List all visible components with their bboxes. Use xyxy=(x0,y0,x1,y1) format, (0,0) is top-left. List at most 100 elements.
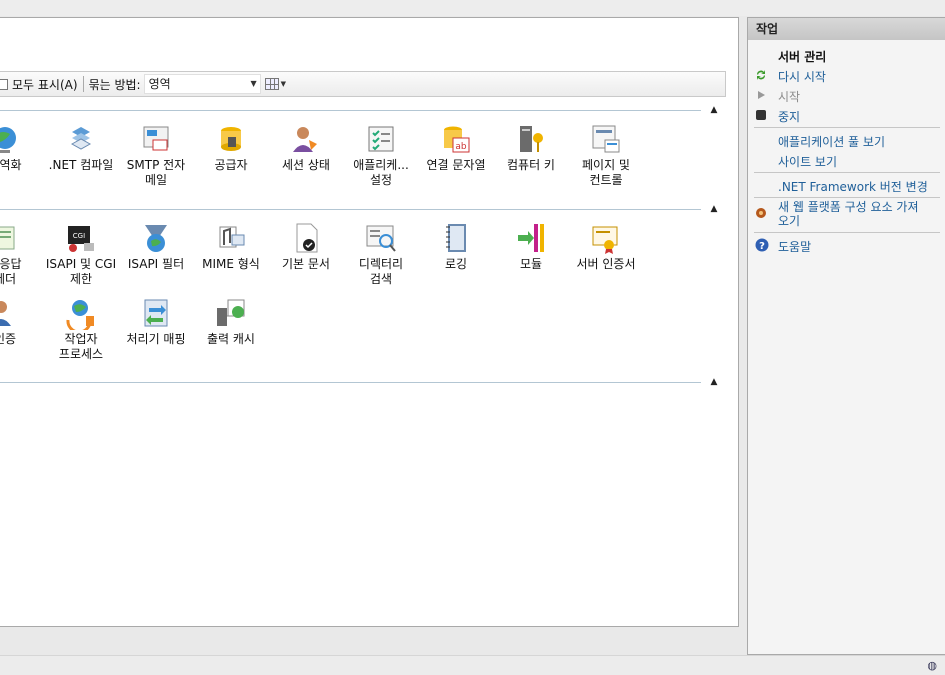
feature-label: .NET 컴파일 xyxy=(48,158,114,172)
feature-label: 전역화 xyxy=(0,158,22,172)
feature-icon xyxy=(289,122,323,156)
feature-label: 페이지 및 컨트롤 xyxy=(582,158,630,187)
group-separator xyxy=(0,110,701,111)
view-sites-link[interactable]: 사이트 보기 xyxy=(778,153,837,170)
feature-item[interactable]: 공급자 xyxy=(192,122,270,173)
feature-item[interactable]: 페이지 및 컨트롤 xyxy=(567,122,645,188)
feature-item[interactable]: 기본 문서 xyxy=(267,221,345,272)
feature-icon: ab xyxy=(439,122,473,156)
feature-label: 애플리케... 설정 xyxy=(353,158,409,187)
feature-label: 작업자 프로세스 xyxy=(58,332,104,361)
panel-divider xyxy=(754,197,940,198)
collapse-group-button[interactable]: ▲ xyxy=(707,376,721,388)
chevron-down-icon: ▼ xyxy=(250,79,257,88)
web-platform-icon xyxy=(756,208,766,218)
feature-label: 기본 문서 xyxy=(282,257,330,271)
collapse-group-button[interactable]: ▲ xyxy=(707,203,721,215)
filter-toolbar: 모두 표시(A) 묶는 방법: 영역 ▼ ▼ xyxy=(0,71,726,97)
feature-item[interactable]: 모듈 xyxy=(492,221,570,272)
group-by-value: 영역 xyxy=(148,77,171,91)
feature-item[interactable]: 처리기 매핑 xyxy=(117,296,195,347)
help-link[interactable]: 도움말 xyxy=(778,238,811,255)
feature-icon xyxy=(139,221,173,255)
feature-label: 모듈 xyxy=(519,257,543,271)
feature-icon: CGI xyxy=(64,221,98,255)
feature-item[interactable]: CGI ISAPI 및 CGI 제한 xyxy=(42,221,120,287)
feature-label: 공급자 xyxy=(214,158,248,172)
feature-label: 컴퓨터 키 xyxy=(507,158,555,172)
feature-item[interactable]: 컴퓨터 키 xyxy=(492,122,570,173)
features-view: 모두 표시(A) 묶는 방법: 영역 ▼ ▼ ▲ ▲ ▲ 전역화 .NET 컴파일… xyxy=(0,17,739,627)
feature-item[interactable]: 전역화 xyxy=(0,122,44,173)
feature-icon xyxy=(64,296,98,334)
feature-icon xyxy=(214,122,248,156)
group-separator xyxy=(0,382,701,383)
feature-icon xyxy=(139,296,173,330)
feature-icon xyxy=(0,296,22,330)
feature-icon xyxy=(0,122,22,156)
group-by-select[interactable]: 영역 ▼ xyxy=(143,74,261,94)
feature-item[interactable]: 출력 캐시 xyxy=(192,296,270,347)
feature-icon xyxy=(289,221,323,255)
stop-icon xyxy=(756,110,766,120)
restart-link[interactable]: 다시 시작 xyxy=(778,68,826,85)
start-link[interactable]: 시작 xyxy=(778,88,800,105)
feature-label: 디렉터리 검색 xyxy=(358,257,404,286)
grid-view-icon xyxy=(264,78,279,90)
feature-label: P 응답 헤더 xyxy=(0,257,22,286)
feature-label: 처리기 매핑 xyxy=(126,332,186,346)
feature-item[interactable]: .NET 컴파일 xyxy=(42,122,120,173)
svg-text:ab: ab xyxy=(455,142,467,152)
toolbar-separator xyxy=(82,76,84,92)
feature-icon xyxy=(589,221,623,255)
feature-item[interactable]: 세션 상태 xyxy=(267,122,345,173)
view-mode-button[interactable]: ▼ xyxy=(264,78,286,90)
network-status-icon: ◍ xyxy=(927,659,937,672)
feature-label: ISAPI 및 CGI 제한 xyxy=(45,257,117,286)
feature-item[interactable]: P 응답 헤더 xyxy=(0,221,44,287)
feature-icon xyxy=(514,221,548,255)
show-all-button[interactable]: 모두 표시(A) xyxy=(12,76,78,93)
group-by-label: 묶는 방법: xyxy=(88,77,141,92)
feature-item[interactable]: 디렉터리 검색 xyxy=(342,221,420,287)
feature-item[interactable]: 작업자 프로세스 xyxy=(42,296,120,362)
feature-item[interactable]: MIME 형식 xyxy=(192,221,270,272)
get-web-platform-components-link[interactable]: 새 웹 플랫폼 구성 요소 가져 오기 xyxy=(778,200,919,228)
feature-item[interactable]: ISAPI 필터 xyxy=(117,221,195,272)
show-all-icon xyxy=(0,78,8,90)
feature-icon xyxy=(64,122,98,156)
collapse-group-button[interactable]: ▲ xyxy=(707,104,721,116)
view-app-pools-link[interactable]: 애플리케이션 풀 보기 xyxy=(778,133,885,150)
actions-title: 작업 xyxy=(748,18,945,40)
group-separator xyxy=(0,209,701,210)
panel-divider xyxy=(754,172,940,173)
feature-item[interactable]: 로깅 xyxy=(417,221,495,272)
window-top-strip xyxy=(0,0,945,16)
feature-label: 서버 인증서 xyxy=(576,257,636,271)
feature-item[interactable]: ab 연결 문자열 xyxy=(417,122,495,173)
feature-label: 연결 문자열 xyxy=(426,158,486,172)
panel-divider xyxy=(754,127,940,128)
feature-icon xyxy=(589,122,623,156)
feature-icon xyxy=(439,221,473,255)
feature-item[interactable]: 애플리케... 설정 xyxy=(342,122,420,188)
feature-label: 출력 캐시 xyxy=(207,332,255,346)
stop-link[interactable]: 중지 xyxy=(778,108,800,125)
feature-icon xyxy=(514,122,548,156)
restart-icon xyxy=(757,70,765,80)
feature-item[interactable]: SMTP 전자 메일 xyxy=(117,122,195,188)
change-net-version-link[interactable]: .NET Framework 버전 변경 xyxy=(778,178,928,195)
svg-text:?: ? xyxy=(759,241,765,252)
feature-label: ISAPI 필터 xyxy=(127,257,185,271)
feature-icon xyxy=(364,122,398,156)
feature-label: MIME 형식 xyxy=(202,257,260,271)
feature-icon xyxy=(139,122,173,156)
feature-icon xyxy=(214,296,248,330)
feature-icon xyxy=(364,221,398,255)
feature-label: SMTP 전자 메일 xyxy=(126,158,186,187)
feature-item[interactable]: 서버 인증서 xyxy=(567,221,645,272)
play-icon xyxy=(758,91,765,99)
feature-item[interactable]: 인증 xyxy=(0,296,44,347)
help-icon: ? xyxy=(755,238,769,252)
status-bar: ◍ xyxy=(0,655,945,675)
